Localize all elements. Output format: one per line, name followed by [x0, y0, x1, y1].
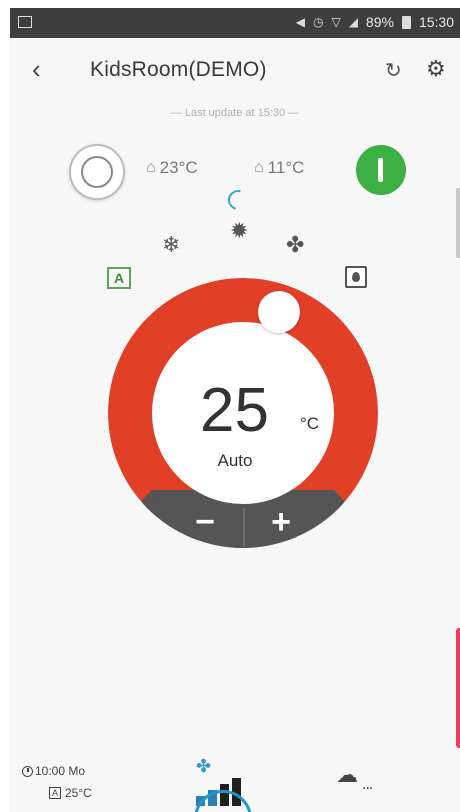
sun-heat-mode-icon[interactable]: ✹	[230, 218, 248, 244]
indoor-house-icon: ⌂	[146, 159, 156, 176]
standby-button[interactable]	[69, 144, 125, 200]
setpoint-unit: °C	[300, 414, 320, 433]
clock-text: 15:30	[418, 14, 454, 30]
refresh-icon[interactable]: ↻	[385, 58, 402, 83]
dial-knob[interactable]	[258, 291, 300, 333]
timer-time: 10:00 Mo	[35, 764, 86, 778]
snowflake-cool-mode-icon[interactable]: ❄	[162, 232, 180, 258]
timer-schedule[interactable]: 10:00 Mo	[22, 764, 85, 778]
outdoor-house-icon: ⌂	[254, 159, 264, 176]
signal-icon: ◢	[348, 15, 358, 29]
frame-left	[0, 0, 10, 812]
app-screen: ◀ ◷ ▽ ◢ 89% 15:30 ‹ KidsRoom(DEMO) ↻ ⚙ —…	[10, 8, 460, 812]
timer-temp-value: 25°C	[65, 786, 92, 800]
increase-temp-button[interactable]: +	[256, 502, 306, 546]
preset-more[interactable]: ...	[362, 776, 373, 794]
chevron-left-icon[interactable]: ‹	[32, 54, 41, 85]
setpoint-temperature: 25	[200, 376, 269, 445]
battery-icon	[401, 15, 411, 29]
mode-label: Auto	[217, 451, 253, 470]
preset-mode-icon[interactable]: ☁	[336, 762, 358, 788]
mute-icon: ◀	[295, 15, 305, 29]
power-bar-icon	[378, 158, 383, 182]
toolbar: ‹ KidsRoom(DEMO) ↻ ⚙	[10, 38, 460, 102]
last-update-text: — Last update at 15:30 —	[170, 107, 300, 119]
loading-spinner-icon	[224, 186, 252, 214]
timer-temperature[interactable]: A 25°C	[49, 786, 92, 800]
power-on-button[interactable]	[356, 145, 406, 195]
status-bar-right: ◀ ◷ ▽ ◢ 89% 15:30	[296, 14, 454, 30]
battery-percent: 89%	[365, 14, 394, 30]
decrease-temp-button[interactable]: −	[180, 502, 230, 546]
gear-icon[interactable]: ⚙	[426, 56, 446, 82]
wifi-icon: ▽	[331, 15, 341, 29]
timer-mode-icon: A	[49, 787, 61, 799]
indoor-temp-value: 23°C	[159, 158, 198, 177]
outdoor-temp-value: 11°C	[267, 158, 305, 177]
gallery-icon	[18, 16, 32, 28]
side-panel-handle[interactable]	[456, 188, 460, 258]
frame-top	[0, 0, 460, 8]
page-title: KidsRoom(DEMO)	[90, 58, 267, 81]
side-panel-red-tab[interactable]	[456, 628, 460, 748]
fan-mode-icon[interactable]: ✤	[286, 232, 304, 258]
alarm-icon: ◷	[312, 15, 324, 29]
fan-icon: ✤	[196, 756, 212, 776]
status-bar: ◀ ◷ ▽ ◢ 89% 15:30	[10, 8, 460, 38]
outdoor-temperature: ⌂ 11°C	[254, 158, 304, 178]
indoor-temperature: ⌂ 23°C	[146, 158, 198, 178]
clock-icon	[22, 765, 33, 777]
